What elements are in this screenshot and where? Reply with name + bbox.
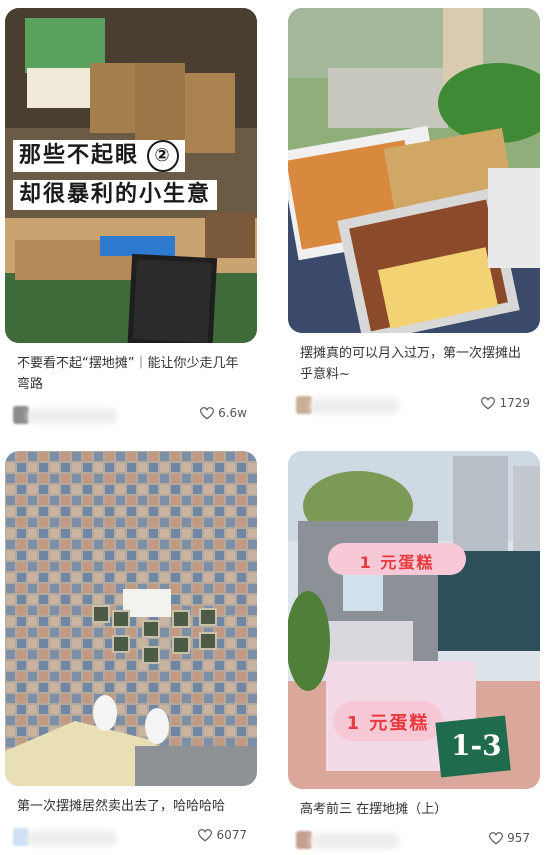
heart-outline-icon[interactable] [200, 406, 215, 420]
note-card[interactable]: 1 元蛋糕 1 元蛋糕 1-3 高考前三 在摆地摊（上） 957 [288, 451, 540, 854]
sign-bottom-text: 1 元蛋糕 [346, 713, 430, 734]
market-stall-photo [5, 8, 257, 343]
username-blurred[interactable] [310, 398, 400, 414]
like-count[interactable]: 1729 [481, 396, 530, 410]
overlay-headline-1: 那些不起眼 ② [13, 140, 186, 172]
like-count[interactable]: 957 [489, 831, 530, 845]
note-meta: 6.6w [5, 403, 257, 429]
chalkboard-text: 1-3 [451, 729, 502, 762]
heart-outline-icon[interactable] [481, 396, 496, 410]
note-title[interactable]: 不要看不起“摆地摊”｜能让你少走几年弯路 [17, 353, 249, 395]
username-blurred[interactable] [27, 408, 117, 424]
heart-outline-icon[interactable] [198, 828, 213, 842]
feed-column-right: 摆摊真的可以月入过万，第一次摆摊出乎意料~ 1729 1 元蛋糕 1 元蛋糕 1… [288, 0, 540, 849]
heart-outline-icon[interactable] [489, 831, 504, 845]
note-title[interactable]: 摆摊真的可以月入过万，第一次摆摊出乎意料~ [300, 343, 532, 385]
username-blurred[interactable] [310, 833, 400, 849]
note-title[interactable]: 高考前三 在摆地摊（上） [300, 799, 532, 820]
note-card[interactable]: 那些不起眼 ② 却很暴利的小生意 不要看不起“摆地摊”｜能让你少走几年弯路 6.6… [5, 8, 257, 429]
note-cover-image[interactable] [5, 451, 257, 786]
sushi-stall-photo [288, 8, 540, 333]
note-card[interactable]: 第一次摆摊居然卖出去了，哈哈哈哈 6077 [5, 451, 257, 851]
cake-cart-photo [288, 451, 540, 789]
username-blurred[interactable] [27, 830, 117, 846]
overlay-headline-2: 却很暴利的小生意 [13, 180, 218, 210]
note-meta: 6077 [5, 825, 257, 851]
note-cover-image[interactable] [288, 8, 540, 333]
tiled-floor-photo [5, 451, 257, 786]
like-count[interactable]: 6.6w [200, 406, 247, 420]
note-card[interactable]: 摆摊真的可以月入过万，第一次摆摊出乎意料~ 1729 [288, 8, 540, 419]
note-meta: 1729 [288, 393, 540, 419]
sign-top-text: 1 元蛋糕 [359, 553, 435, 572]
like-count[interactable]: 6077 [198, 828, 247, 842]
note-meta: 957 [288, 828, 540, 854]
note-cover-image[interactable]: 1 元蛋糕 1 元蛋糕 1-3 [288, 451, 540, 789]
note-title[interactable]: 第一次摆摊居然卖出去了，哈哈哈哈 [17, 796, 249, 817]
circled-number: ② [147, 140, 180, 172]
feed-column-left: 那些不起眼 ② 却很暴利的小生意 不要看不起“摆地摊”｜能让你少走几年弯路 6.6… [5, 0, 257, 846]
note-cover-image[interactable]: 那些不起眼 ② 却很暴利的小生意 [5, 8, 257, 343]
